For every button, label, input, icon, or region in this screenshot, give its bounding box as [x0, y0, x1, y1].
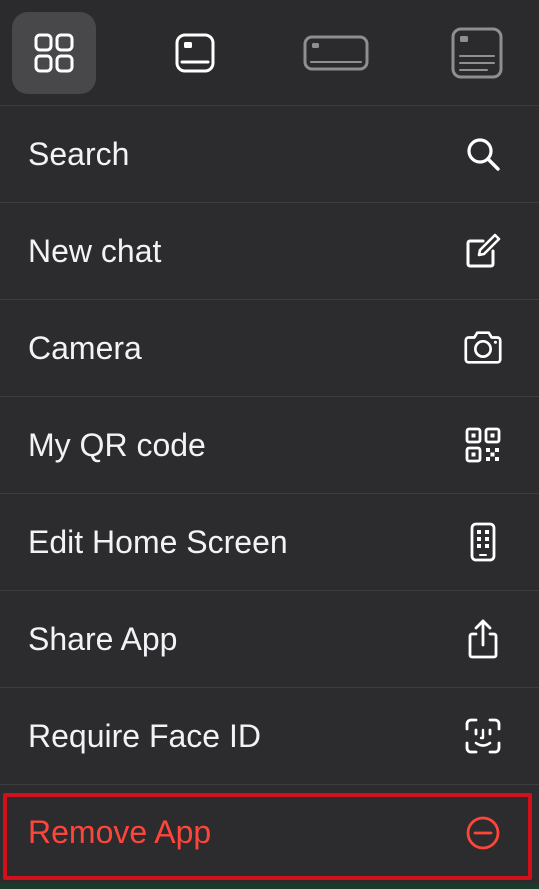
- share-icon: [461, 617, 505, 661]
- compose-icon: [461, 229, 505, 273]
- large-widget-icon: [451, 27, 503, 78]
- widget-option-large[interactable]: [435, 12, 519, 94]
- camera-icon: [461, 326, 505, 370]
- menu-item-my-qr-code[interactable]: My QR code: [0, 397, 539, 494]
- face-id-icon: [461, 714, 505, 758]
- menu-item-share-app[interactable]: Share App: [0, 591, 539, 688]
- app-grid-icon: [34, 33, 74, 72]
- minus-circle-icon: [461, 811, 505, 855]
- menu-item-label: Share App: [28, 620, 178, 657]
- menu-item-label: New chat: [28, 232, 162, 269]
- context-menu: Search New chat Camera My QR code Edit H…: [0, 0, 539, 889]
- menu-item-label: Edit Home Screen: [28, 523, 288, 560]
- menu-item-search[interactable]: Search: [0, 106, 539, 203]
- widget-option-medium[interactable]: [294, 12, 378, 94]
- phone-apps-icon: [461, 520, 505, 564]
- widget-size-bar: [0, 0, 539, 106]
- menu-item-remove-app[interactable]: Remove App: [0, 785, 539, 880]
- menu-item-new-chat[interactable]: New chat: [0, 203, 539, 300]
- menu-item-edit-home-screen[interactable]: Edit Home Screen: [0, 494, 539, 591]
- menu-item-label: My QR code: [28, 426, 206, 463]
- menu-item-label: Search: [28, 135, 130, 172]
- background-strip: [0, 883, 539, 889]
- menu-item-require-face-id[interactable]: Require Face ID: [0, 688, 539, 785]
- widget-option-small[interactable]: [153, 12, 237, 94]
- search-icon: [461, 132, 505, 176]
- qr-code-icon: [461, 423, 505, 467]
- menu-item-label: Require Face ID: [28, 717, 261, 754]
- menu-item-label: Remove App: [28, 814, 212, 850]
- medium-widget-icon: [303, 35, 369, 70]
- small-widget-icon: [175, 33, 215, 72]
- widget-option-app-icon[interactable]: [12, 11, 96, 94]
- menu-item-camera[interactable]: Camera: [0, 300, 539, 397]
- menu-item-label: Camera: [28, 329, 142, 366]
